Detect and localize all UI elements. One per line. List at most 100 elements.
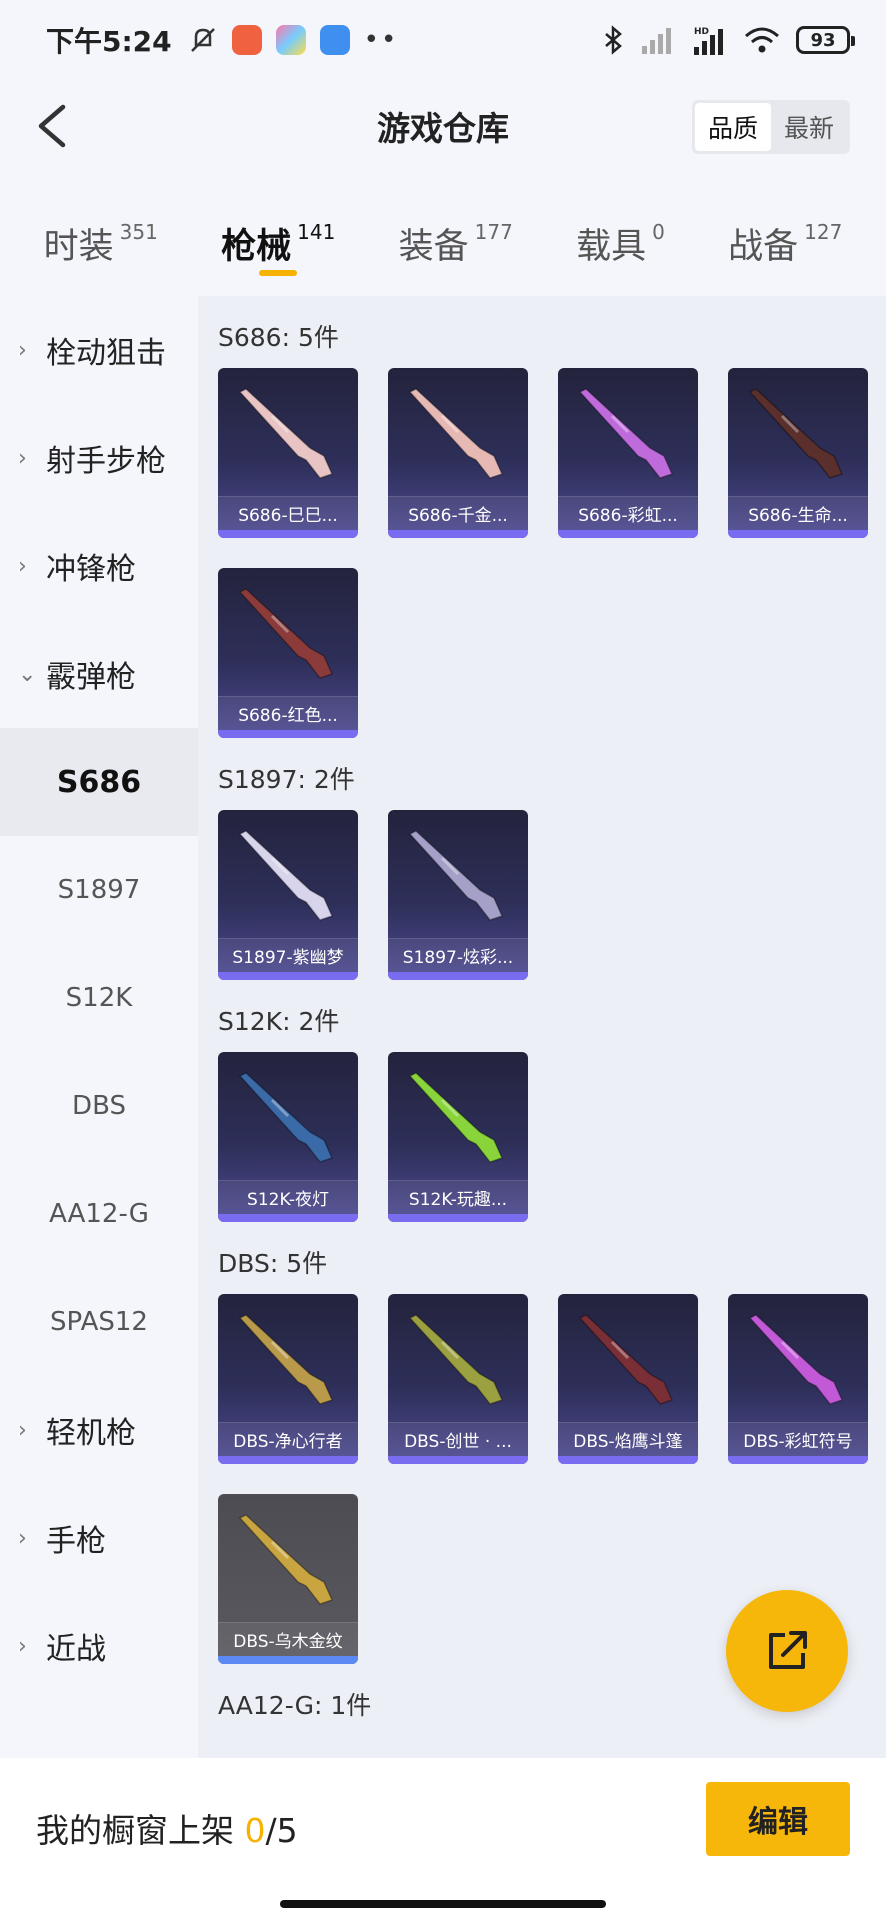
tab-vehicles[interactable]: 载具 0	[576, 200, 665, 290]
shotgun-icon	[238, 388, 334, 479]
shotgun-icon	[578, 1314, 674, 1405]
rarity-stripe	[388, 972, 528, 980]
shotgun-icon	[238, 1314, 334, 1405]
skin-name: S686-彩虹...	[558, 496, 698, 530]
tab-equipment[interactable]: 装备 177	[399, 200, 513, 290]
status-bar: 下午5:24 •• HD 93	[0, 0, 886, 80]
tab-label: 枪械	[221, 227, 292, 267]
shotgun-icon	[748, 1314, 844, 1405]
sidebar-item-smg[interactable]: › 冲锋枪	[0, 512, 198, 620]
status-time: 下午5:24	[46, 25, 172, 58]
sidebar-item-shotgun[interactable]: ⌄ 霰弹枪	[0, 620, 198, 728]
sidebar-subitem-s686[interactable]: S686	[0, 728, 198, 836]
group-title: S12K: 2件	[218, 1007, 340, 1036]
group-title: S686: 5件	[218, 323, 339, 352]
shotgun-icon	[408, 1072, 504, 1163]
sidebar-item-melee[interactable]: › 近战	[0, 1592, 198, 1700]
tab-combat-gear[interactable]: 战备 127	[728, 200, 842, 290]
rarity-stripe	[218, 1456, 358, 1464]
skin-name: S686-红色...	[218, 696, 358, 730]
wifi-icon	[745, 27, 779, 53]
tab-count: 127	[804, 220, 843, 244]
back-button[interactable]	[24, 98, 80, 154]
more-notifications-icon: ••	[363, 25, 399, 55]
sidebar-subitem-s12k[interactable]: S12K	[0, 944, 198, 1052]
tab-label: 装备	[398, 227, 469, 267]
mute-icon	[190, 28, 215, 52]
share-button[interactable]	[726, 1590, 848, 1712]
skin-name: S1897-紫幽梦	[218, 938, 358, 972]
home-indicator[interactable]	[280, 1900, 606, 1908]
shotgun-icon	[408, 830, 504, 921]
skin-name: S686-巳巳...	[218, 496, 358, 530]
skin-card[interactable]: S686-红色...	[218, 568, 358, 738]
chevron-right-icon: ›	[18, 1417, 27, 1443]
battery-level: 93	[810, 29, 836, 51]
skin-name: S686-千金...	[388, 496, 528, 530]
tab-count: 351	[119, 220, 158, 244]
shotgun-icon	[748, 388, 844, 479]
sidebar-item-marksman-rifle[interactable]: › 射手步枪	[0, 404, 198, 512]
active-tab-indicator	[259, 270, 298, 276]
rarity-stripe	[218, 1656, 358, 1664]
showcase-total: /5	[265, 1811, 298, 1850]
share-external-icon	[769, 1631, 807, 1669]
group-title: S1897: 2件	[218, 765, 355, 794]
signal-hd-icon: HD	[694, 27, 723, 55]
skin-card[interactable]: S1897-紫幽梦	[218, 810, 358, 980]
skin-card[interactable]: DBS-净心行者	[218, 1294, 358, 1464]
rarity-stripe	[218, 530, 358, 538]
skin-card[interactable]: S1897-炫彩...	[388, 810, 528, 980]
sidebar-subitem-dbs[interactable]: DBS	[0, 1052, 198, 1160]
showcase-status: 我的橱窗上架 0/5	[36, 1804, 298, 1852]
skin-name: DBS-彩虹符号	[728, 1422, 868, 1456]
weapon-category-sidebar: › 栓动狙击 › 射手步枪 › 冲锋枪 ⌄ 霰弹枪 S686 S1897 S12K DB…	[0, 296, 198, 1758]
skin-card[interactable]: DBS-乌木金纹	[218, 1494, 358, 1664]
gallery-notification-icon	[275, 25, 306, 55]
tab-guns[interactable]: 枪械 141	[221, 200, 335, 290]
rarity-stripe	[558, 1456, 698, 1464]
tab-label: 时装	[43, 227, 114, 267]
sidebar-subitem-spas12[interactable]: SPAS12	[0, 1268, 198, 1376]
skin-card[interactable]: S686-千金...	[388, 368, 528, 538]
sort-option-quality[interactable]: 品质	[695, 103, 771, 151]
skin-card[interactable]: DBS-焰鹰斗篷	[558, 1294, 698, 1464]
sidebar-item-lmg[interactable]: › 轻机枪	[0, 1376, 198, 1484]
skin-card[interactable]: S686-生命...	[728, 368, 868, 538]
skin-card[interactable]: S686-巳巳...	[218, 368, 358, 538]
skin-name: S686-生命...	[728, 496, 868, 530]
skin-list: S686: 5件 S686-巳巳... S686-千金... S686-彩虹... S6…	[198, 296, 886, 1758]
rarity-stripe	[218, 972, 358, 980]
tab-count: 141	[297, 220, 336, 244]
sidebar-item-label: 射手步枪	[46, 444, 166, 479]
sidebar-item-pistol[interactable]: › 手枪	[0, 1484, 198, 1592]
chevron-right-icon: ›	[18, 337, 27, 363]
skin-card[interactable]: S12K-玩趣...	[388, 1052, 528, 1222]
skin-name: S12K-玩趣...	[388, 1180, 528, 1214]
skin-name: DBS-净心行者	[218, 1422, 358, 1456]
sort-toggle: 品质 最新	[692, 100, 850, 154]
skin-name: S12K-夜灯	[218, 1180, 358, 1214]
tab-fashion[interactable]: 时装 351	[44, 200, 158, 290]
rarity-stripe	[388, 1214, 528, 1222]
page-title: 游戏仓库	[377, 109, 509, 148]
shotgun-icon	[238, 588, 334, 679]
sidebar-subitem-s1897[interactable]: S1897	[0, 836, 198, 944]
skin-card[interactable]: DBS-彩虹符号	[728, 1294, 868, 1464]
shotgun-icon	[238, 1514, 334, 1605]
skin-card[interactable]: S686-彩虹...	[558, 368, 698, 538]
rarity-stripe	[388, 530, 528, 538]
header: 游戏仓库 品质 最新	[0, 80, 886, 172]
sidebar-item-bolt-sniper[interactable]: › 栓动狙击	[0, 296, 198, 404]
group-title: DBS: 5件	[218, 1249, 328, 1278]
sort-option-newest[interactable]: 最新	[771, 103, 847, 151]
sidebar-item-label: 手枪	[46, 1524, 106, 1559]
sidebar-item-label: 冲锋枪	[46, 552, 136, 587]
skin-card[interactable]: S12K-夜灯	[218, 1052, 358, 1222]
skin-card[interactable]: DBS-创世 · ...	[388, 1294, 528, 1464]
skin-name: S1897-炫彩...	[388, 938, 528, 972]
sidebar-subitem-aa12g[interactable]: AA12-G	[0, 1160, 198, 1268]
sidebar-item-label: 霰弹枪	[46, 660, 136, 695]
rarity-stripe	[558, 530, 698, 538]
edit-button[interactable]: 编辑	[706, 1782, 850, 1856]
